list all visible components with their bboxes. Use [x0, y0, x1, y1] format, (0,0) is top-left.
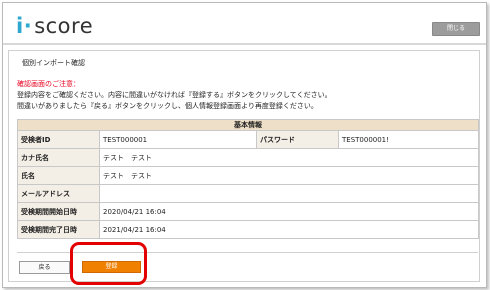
notice-line-2: 間違いがありましたら『戻る』ボタンをクリックし、個人情報登録画面より再度登録くだ…: [17, 102, 318, 110]
highlight-annotation: [70, 242, 147, 285]
logo-i: i: [16, 14, 24, 38]
page-title: 個別インポート確認: [22, 59, 85, 67]
email-label: メールアドレス: [17, 184, 100, 203]
start-datetime-value: 2020/04/21 16:04: [99, 202, 479, 221]
logo-dot: ·: [23, 14, 33, 38]
close-button[interactable]: 閉じる: [432, 22, 480, 36]
header-divider: [3, 43, 486, 45]
logo-text: score: [34, 14, 94, 38]
password-value: TEST000001!: [342, 135, 389, 144]
back-button[interactable]: 戻る: [19, 261, 70, 274]
header: i·score 閉じる: [3, 3, 486, 43]
table-row: カナ氏名 テスト テスト: [17, 148, 479, 167]
table-row: 氏名 テスト テスト: [17, 166, 479, 185]
table-section-title: 基本情報: [17, 119, 479, 131]
name-label: 氏名: [17, 166, 100, 185]
id-label: 受検者ID: [17, 130, 100, 149]
notice-title: 確認画面のご注意：: [17, 80, 80, 88]
email-value: [99, 184, 479, 203]
start-datetime-label: 受検期間開始日時: [17, 202, 100, 221]
table-row: 受検者ID TEST000001 パスワード TEST000001!: [17, 130, 479, 149]
notice-line-1: 登録内容をご確認ください。内容に間違いがなければ『登録する』ボタンをクリックして…: [17, 91, 332, 99]
table-row: 受検期間開始日時 2020/04/21 16:04: [17, 202, 479, 221]
kana-name-value: テスト テスト: [99, 148, 479, 167]
table-row: 受検期間完了日時 2021/04/21 16:04: [17, 220, 479, 239]
end-datetime-value: 2021/04/21 16:04: [99, 220, 479, 239]
kana-name-label: カナ氏名: [17, 148, 100, 167]
password-label: パスワード: [256, 130, 339, 149]
id-value: TEST000001: [103, 135, 148, 144]
name-value: テスト テスト: [99, 166, 479, 185]
table-row: メールアドレス: [17, 184, 479, 203]
iscore-logo: i·score: [16, 14, 93, 38]
end-datetime-label: 受検期間完了日時: [17, 220, 100, 239]
basic-info-table: 基本情報 受検者ID TEST000001 パスワード TEST000001! …: [17, 119, 479, 239]
